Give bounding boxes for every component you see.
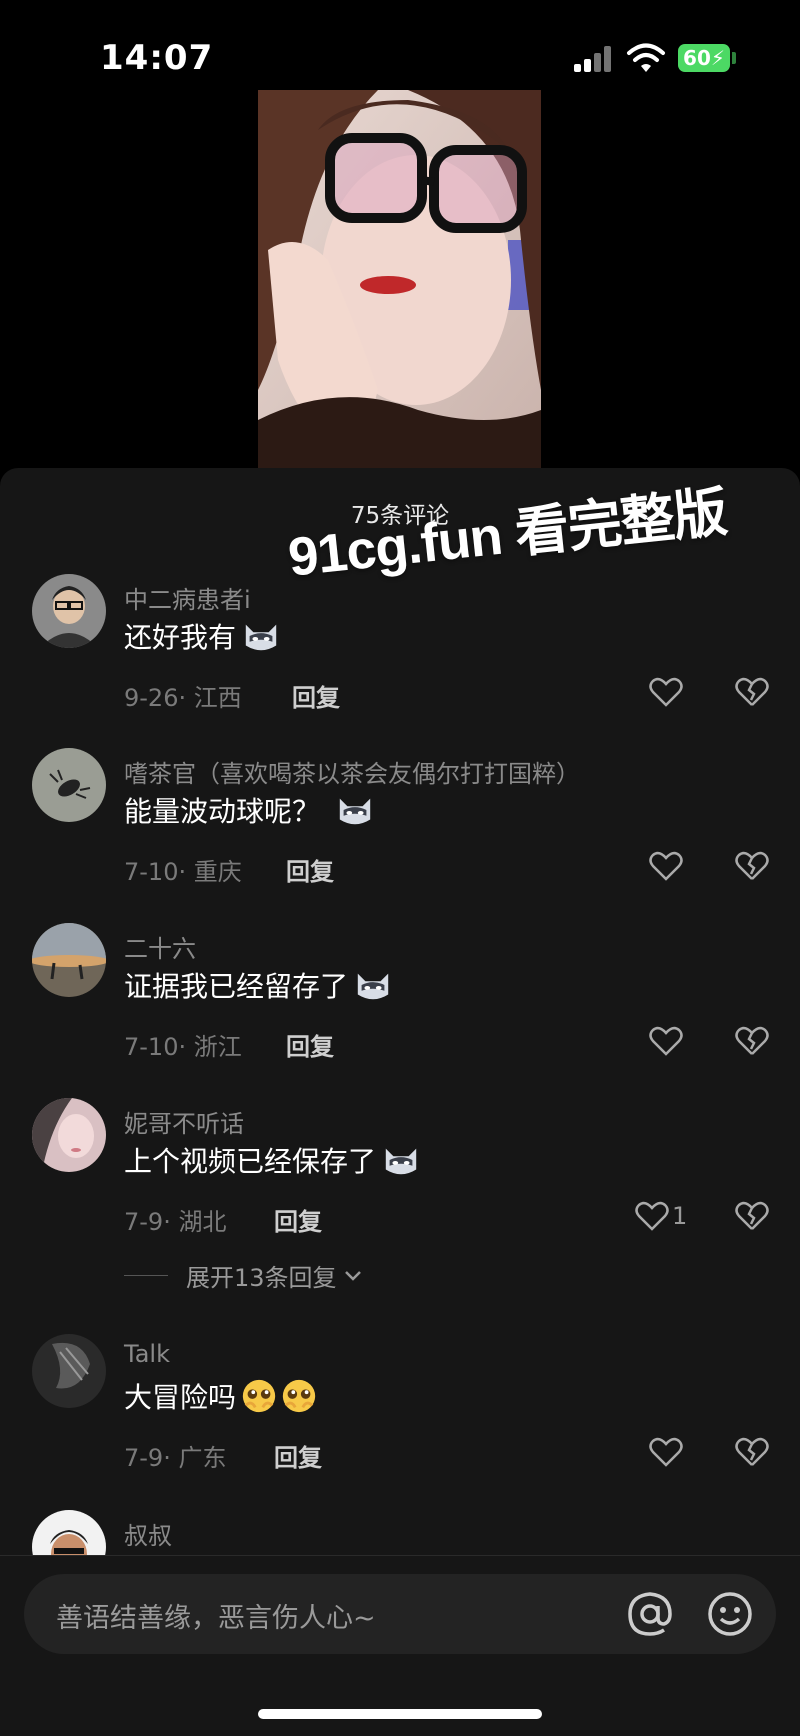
comment-item: 妮哥不听话 上个视频已经保存了 7-9· 湖北 回复 1: [0, 1098, 800, 1248]
signal-icon: [574, 46, 614, 72]
comments-sheet: 75条评论 91cg.fun 看完整版 中二病患者i 还好我有 9-26· 江西…: [0, 468, 800, 1736]
comment-location: 广东: [178, 1444, 227, 1472]
comment-input[interactable]: 善语结善缘，恶言伤人心~: [24, 1574, 776, 1654]
cat-emoji-icon: [339, 798, 371, 825]
commenter-name[interactable]: Talk: [124, 1340, 170, 1368]
at-icon[interactable]: [622, 1586, 678, 1642]
expand-replies-button[interactable]: 展开13条回复: [124, 1258, 365, 1293]
comment-date: 7-9: [124, 1444, 164, 1472]
comment-text: 证据我已经留存了: [124, 965, 392, 1005]
heart-icon[interactable]: [648, 674, 684, 710]
heart-icon[interactable]: [648, 848, 684, 884]
avatar-image: [32, 1098, 106, 1172]
commenter-name[interactable]: 嗜茶官（喜欢喝茶以茶会友偶尔打打国粹）: [124, 754, 580, 789]
reply-button[interactable]: 回复: [286, 852, 334, 887]
heart-icon[interactable]: [648, 1023, 684, 1059]
comment-item: 中二病患者i 还好我有 9-26· 江西 回复: [0, 574, 800, 724]
video-frame-image: [258, 90, 541, 468]
comment-text-content: 能量波动球呢？: [124, 795, 321, 828]
status-time: 14:07: [100, 38, 214, 78]
broken-heart-icon[interactable]: [734, 674, 770, 710]
broken-heart-icon[interactable]: [734, 1434, 770, 1470]
battery-level: 60: [683, 46, 711, 70]
comment-date: 9-26: [124, 684, 179, 712]
expand-replies-label: 展开13条回复: [186, 1264, 337, 1292]
commenter-name[interactable]: 叔叔: [124, 1516, 172, 1551]
heart-icon[interactable]: [634, 1198, 670, 1234]
battery-indicator: 60⚡: [678, 44, 730, 72]
pleading-emoji-icon: [242, 1379, 276, 1413]
comment-meta: 7-10· 重庆: [124, 858, 242, 886]
comment-input-placeholder: 善语结善缘，恶言伤人心~: [56, 1603, 376, 1634]
wifi-icon: [627, 43, 665, 72]
comment-date: 7-10: [124, 858, 179, 886]
broken-heart-icon[interactable]: [734, 848, 770, 884]
comment-meta: 7-10· 浙江: [124, 1033, 242, 1061]
broken-heart-icon[interactable]: [734, 1023, 770, 1059]
video-preview[interactable]: [258, 90, 541, 468]
cat-emoji-icon: [245, 624, 277, 651]
commenter-name[interactable]: 二十六: [124, 929, 196, 964]
battery-cap: [732, 52, 736, 64]
comment-text: 还好我有: [124, 616, 280, 656]
reply-button[interactable]: 回复: [286, 1027, 334, 1062]
avatar-image: [32, 748, 106, 822]
reply-button[interactable]: 回复: [274, 1438, 322, 1473]
avatar[interactable]: [32, 574, 106, 648]
avatar-image: [32, 574, 106, 648]
avatar[interactable]: [32, 748, 106, 822]
commenter-name[interactable]: 妮哥不听话: [124, 1104, 244, 1139]
chevron-down-icon: [344, 1270, 361, 1281]
comment-text: 上个视频已经保存了: [124, 1140, 420, 1180]
reply-button[interactable]: 回复: [274, 1202, 322, 1237]
comment-location: 浙江: [193, 1033, 242, 1061]
comment-meta: 9-26· 江西: [124, 684, 242, 712]
comment-location: 湖北: [178, 1208, 227, 1236]
comment-input-bar: 善语结善缘，恶言伤人心~: [0, 1555, 800, 1736]
comment-location: 重庆: [193, 858, 242, 886]
avatar[interactable]: [32, 1098, 106, 1172]
reply-button[interactable]: 回复: [292, 678, 340, 713]
commenter-name[interactable]: 中二病患者i: [124, 580, 251, 615]
avatar-image: [32, 923, 106, 997]
comment-date: 7-10: [124, 1033, 179, 1061]
comment-meta: 7-9· 湖北: [124, 1208, 227, 1236]
comment-item: Talk 大冒险吗 7-9· 广东 回复: [0, 1334, 800, 1484]
broken-heart-icon[interactable]: [734, 1198, 770, 1234]
comment-item: 嗜茶官（喜欢喝茶以茶会友偶尔打打国粹） 能量波动球呢？ 7-10· 重庆 回复: [0, 748, 800, 898]
comment-text: 大冒险吗: [124, 1376, 318, 1416]
comment-text-content: 还好我有: [124, 621, 237, 654]
avatar[interactable]: [32, 923, 106, 997]
pleading-emoji-icon: [282, 1379, 316, 1413]
smile-icon[interactable]: [702, 1586, 758, 1642]
comment-item: 二十六 证据我已经留存了 7-10· 浙江 回复: [0, 923, 800, 1073]
comment-text-content: 大冒险吗: [124, 1381, 237, 1414]
comment-text: 能量波动球呢？: [124, 790, 374, 830]
comment-text-content: 证据我已经留存了: [124, 970, 349, 1003]
expand-divider: [124, 1275, 168, 1276]
comment-date: 7-9: [124, 1208, 164, 1236]
cat-emoji-icon: [385, 1148, 417, 1175]
comment-text-content: 上个视频已经保存了: [124, 1145, 377, 1178]
avatar-image: [32, 1334, 106, 1408]
like-count: 1: [672, 1202, 688, 1230]
comment-location: 江西: [193, 684, 242, 712]
avatar[interactable]: [32, 1334, 106, 1408]
heart-icon[interactable]: [648, 1434, 684, 1470]
comment-meta: 7-9· 广东: [124, 1444, 227, 1472]
status-bar: 14:07 60⚡: [0, 0, 800, 100]
cat-emoji-icon: [357, 973, 389, 1000]
home-indicator: [258, 1709, 542, 1719]
